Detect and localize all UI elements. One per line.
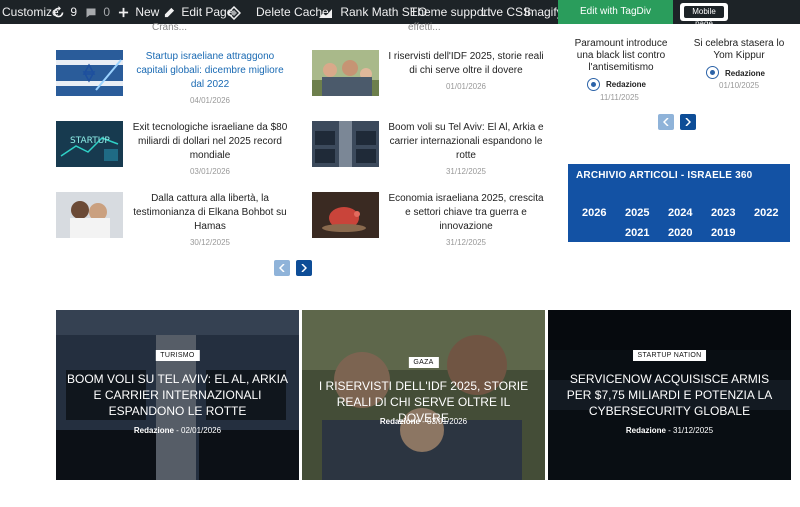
- theme-support-link[interactable]: Theme support: [410, 0, 491, 24]
- sidebar-post-title[interactable]: Paramount introduce una black list contr…: [566, 38, 676, 74]
- updates-icon: [53, 6, 64, 18]
- chevron-right-icon: [301, 264, 307, 272]
- posts-next-button[interactable]: [296, 260, 312, 276]
- sidebar-post-date: 01/10/2025: [719, 81, 760, 90]
- updates-count: 9: [70, 5, 78, 19]
- archive-year-link[interactable]: 2023: [711, 207, 735, 219]
- sidebar-post[interactable]: Si celebra stasera lo Yom Kippur: [684, 38, 794, 62]
- archive-year-link[interactable]: 2020: [668, 227, 692, 239]
- mobile-page-label: Mobile page: [684, 6, 724, 28]
- truncated-excerpt-left: Crans...: [152, 22, 188, 33]
- mobile-page-button[interactable]: Mobile page: [680, 3, 728, 28]
- archive-year-link[interactable]: 2021: [625, 227, 649, 239]
- svg-text:STARTUP: STARTUP: [70, 136, 110, 146]
- card-author[interactable]: Redazione: [626, 426, 666, 435]
- sidebar-post-author[interactable]: Redazione: [606, 80, 646, 89]
- sidebar-next-button[interactable]: [680, 114, 696, 130]
- post-title[interactable]: Economia israeliana 2025, crescita e set…: [386, 192, 546, 234]
- new-link[interactable]: New: [118, 0, 159, 24]
- chevron-left-icon: [279, 264, 285, 272]
- author-avatar: [587, 78, 600, 91]
- feature-card[interactable]: TURISMO Boom voli su Tel Aviv: El Al, Ar…: [56, 310, 299, 480]
- imagify-link[interactable]: Imagify: [524, 0, 563, 24]
- truncated-excerpt-right: effetti...: [408, 22, 441, 33]
- archive-year-link[interactable]: 2022: [754, 207, 778, 219]
- sidebar-post[interactable]: Paramount introduce una black list contr…: [566, 38, 676, 74]
- post-thumbnail[interactable]: [312, 50, 379, 96]
- chevron-right-icon: [685, 118, 691, 126]
- post-date: 01/01/2026: [445, 82, 487, 91]
- new-label: New: [135, 5, 160, 19]
- post-title[interactable]: I riservisti dell'IDF 2025, storie reali…: [386, 50, 546, 78]
- post-thumbnail[interactable]: STARTUP: [56, 121, 123, 167]
- customize-link[interactable]: Customize: [2, 0, 59, 24]
- edit-page-label: Edit Page: [181, 5, 234, 19]
- post-title[interactable]: Startup israeliane attraggono capitali g…: [130, 50, 290, 92]
- category-tag[interactable]: GAZA: [408, 357, 439, 368]
- archive-year-link[interactable]: 2019: [711, 227, 735, 239]
- pencil-icon: [164, 8, 175, 18]
- feature-card-title[interactable]: Boom voli su Tel Aviv: El Al, Arkia e ca…: [64, 371, 291, 419]
- comments-link[interactable]: 0: [85, 0, 110, 24]
- card-date: 31/12/2025: [673, 426, 714, 435]
- chevron-left-icon: [663, 118, 669, 126]
- post-title[interactable]: Dalla cattura alla libertà, la testimoni…: [130, 192, 290, 234]
- card-author[interactable]: Redazione: [134, 426, 174, 435]
- category-tag[interactable]: STARTUP NATION: [632, 350, 707, 361]
- post-date: 31/12/2025: [445, 238, 487, 247]
- diamond-link[interactable]: [226, 0, 242, 24]
- rank-math-icon: [319, 8, 332, 18]
- feature-card[interactable]: STARTUP NATION ServiceNow acquisisce Arm…: [548, 310, 791, 480]
- post-date: 04/01/2026: [189, 96, 231, 105]
- card-author[interactable]: Redazione: [380, 417, 420, 426]
- post-thumbnail[interactable]: [312, 121, 379, 167]
- post-item[interactable]: Economia israeliana 2025, crescita e set…: [312, 192, 544, 247]
- sidebar-post-title[interactable]: Si celebra stasera lo Yom Kippur: [684, 38, 794, 62]
- tagdiv-composer-button[interactable]: Edit with TagDiv Composer: [558, 0, 673, 41]
- feature-card-meta: Redazione - 31/12/2025: [625, 426, 714, 435]
- archive-year-link[interactable]: 2024: [668, 207, 692, 219]
- post-item[interactable]: Boom voli su Tel Aviv: El Al, Arkia e ca…: [312, 121, 544, 176]
- sidebar-prev-button[interactable]: [658, 114, 674, 130]
- post-thumbnail[interactable]: [56, 50, 123, 96]
- feature-card-meta: Redazione - 03/01/2026: [379, 417, 468, 426]
- post-item[interactable]: STARTUP Exit tecnologiche israeliane da …: [56, 121, 287, 176]
- feature-card-meta: Redazione - 02/01/2026: [133, 426, 222, 435]
- author-avatar: [706, 66, 719, 79]
- comments-count: 0: [103, 5, 111, 19]
- archive-title: ARCHIVIO ARTICOLI - ISRAELE 360: [576, 170, 753, 181]
- sidebar-post-author[interactable]: Redazione: [725, 69, 765, 78]
- comment-icon: [86, 8, 96, 18]
- post-date: 30/12/2025: [189, 238, 231, 247]
- post-thumbnail[interactable]: [312, 192, 379, 238]
- category-tag[interactable]: TURISMO: [155, 350, 200, 361]
- post-thumbnail[interactable]: [56, 192, 123, 238]
- archive-year-link[interactable]: 2025: [625, 207, 649, 219]
- post-title[interactable]: Boom voli su Tel Aviv: El Al, Arkia e ca…: [386, 121, 546, 163]
- post-item[interactable]: Startup israeliane attraggono capitali g…: [56, 50, 284, 105]
- card-date: 02/01/2026: [181, 426, 222, 435]
- sidebar-post-date: 11/11/2025: [600, 93, 639, 102]
- archive-year-link[interactable]: 2026: [582, 207, 606, 219]
- feature-card-title[interactable]: ServiceNow acquisisce Armis per $7,75 mi…: [556, 371, 783, 419]
- post-title[interactable]: Exit tecnologiche israeliane da $80 mili…: [130, 121, 290, 163]
- updates-link[interactable]: 9: [52, 0, 77, 24]
- card-date: 03/01/2026: [427, 417, 468, 426]
- post-date: 03/01/2026: [189, 167, 231, 176]
- admin-bar: Customize 9 0 New Edit Page Delete Cache…: [0, 0, 800, 41]
- archive-widget: ARCHIVIO ARTICOLI - ISRAELE 360 2026 202…: [568, 164, 790, 242]
- posts-prev-button[interactable]: [274, 260, 290, 276]
- post-item[interactable]: Dalla cattura alla libertà, la testimoni…: [56, 192, 287, 247]
- post-date: 31/12/2025: [445, 167, 487, 176]
- edit-page-link[interactable]: Edit Page: [164, 0, 233, 24]
- post-item[interactable]: I riservisti dell'IDF 2025, storie reali…: [312, 50, 544, 100]
- feature-card[interactable]: GAZA I riservisti dell'IDF 2025, storie …: [302, 310, 545, 480]
- plus-icon: [118, 8, 129, 18]
- diamond-icon: [226, 5, 242, 20]
